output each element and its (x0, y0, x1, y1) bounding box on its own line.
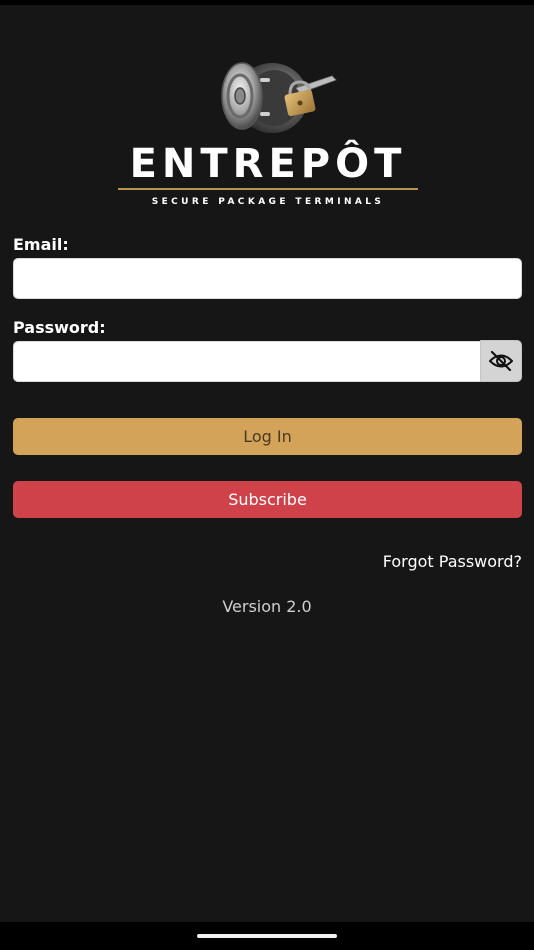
toggle-password-visibility-button[interactable] (480, 340, 522, 382)
brand-divider (118, 188, 418, 190)
login-screen: ENTREPÔT SECURE PACKAGE TERMINALS Email:… (0, 0, 534, 950)
app-version: Version 2.0 (222, 597, 312, 616)
login-button[interactable]: Log In (13, 418, 522, 455)
email-label: Email: (13, 235, 69, 254)
password-field[interactable] (13, 341, 481, 382)
home-indicator[interactable] (197, 934, 337, 938)
password-label: Password: (13, 318, 106, 337)
email-field[interactable] (13, 258, 522, 299)
brand-wordmark: ENTREPÔT (129, 141, 407, 187)
status-bar (0, 0, 534, 5)
eye-slash-icon (489, 350, 513, 372)
brand-tagline: SECURE PACKAGE TERMINALS (151, 197, 385, 207)
subscribe-button[interactable]: Subscribe (13, 481, 522, 518)
brand-logo: ENTREPÔT SECURE PACKAGE TERMINALS (110, 58, 426, 210)
vault-safe-with-padlock-icon (221, 62, 337, 133)
forgot-password-link[interactable]: Forgot Password? (383, 551, 522, 573)
